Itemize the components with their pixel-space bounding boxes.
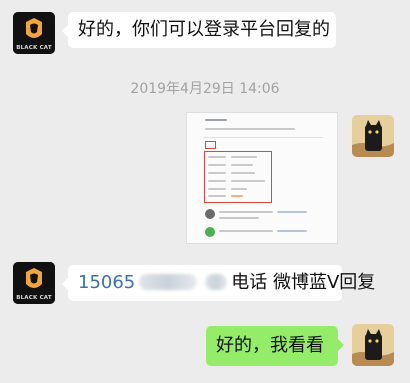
redacted-blur xyxy=(205,274,228,290)
avatar[interactable] xyxy=(352,115,394,157)
cat-photo-icon xyxy=(352,324,394,366)
timestamp: 2019年4月29日 14:06 xyxy=(130,81,280,97)
message-bubble[interactable]: 好的，你们可以登录平台回复的 xyxy=(62,12,336,48)
redacted-blur xyxy=(139,274,198,290)
image-message[interactable] xyxy=(186,112,338,244)
logo-text: BLACK CAT xyxy=(16,45,52,51)
message-text: 好的，你们可以登录平台回复的 xyxy=(78,19,330,40)
avatar[interactable]: BLACK CAT xyxy=(13,262,55,304)
cat-photo-icon xyxy=(352,115,394,157)
avatar[interactable]: BLACK CAT xyxy=(13,12,55,54)
message-bubble[interactable]: 好的，我看看 xyxy=(206,326,344,366)
phone-number-link[interactable]: 15065 xyxy=(78,272,135,293)
message-text: 电话 微博蓝V回复 xyxy=(231,272,376,293)
message-bubble[interactable]: 15065 电话 微博蓝V回复 xyxy=(62,265,375,301)
logo-text: BLACK CAT xyxy=(16,295,52,301)
avatar[interactable] xyxy=(352,324,394,366)
message-text: 好的，我看看 xyxy=(216,335,324,356)
